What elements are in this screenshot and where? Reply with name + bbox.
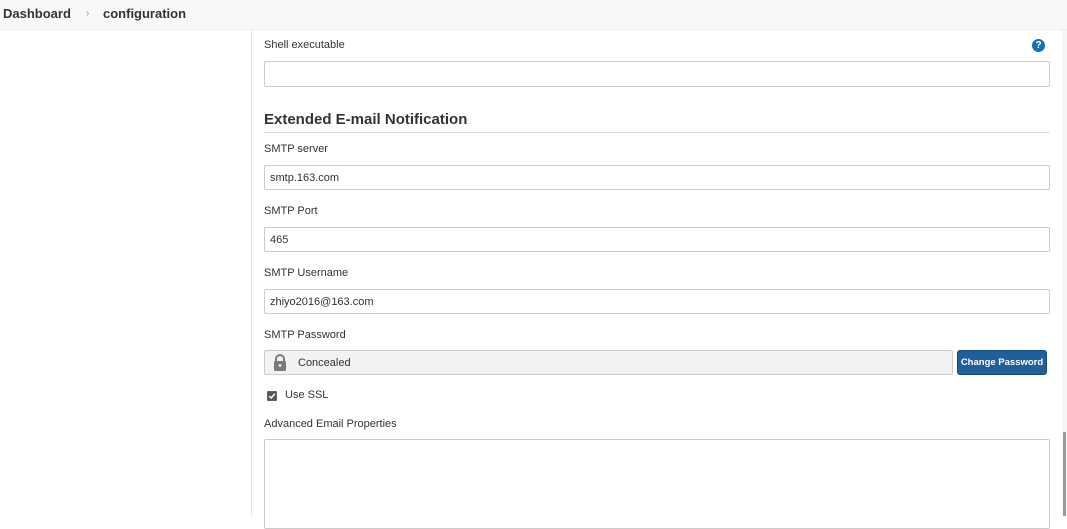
- breadcrumb-separator-icon: ›: [86, 8, 90, 19]
- scrollbar-thumb[interactable]: [1063, 432, 1066, 516]
- section-title: Extended E-mail Notification: [264, 111, 468, 128]
- advanced-email-properties-label: Advanced Email Properties: [264, 418, 397, 430]
- smtp-password-label: SMTP Password: [264, 329, 346, 341]
- smtp-username-label: SMTP Username: [264, 267, 349, 279]
- shell-executable-label: Shell executable: [264, 39, 345, 51]
- breadcrumb-dashboard[interactable]: Dashboard: [3, 6, 71, 21]
- shell-executable-input[interactable]: [264, 61, 1050, 87]
- smtp-port-label: SMTP Port: [264, 205, 318, 217]
- smtp-password-concealed: Concealed: [298, 357, 351, 369]
- smtp-password-field: Concealed: [264, 350, 953, 375]
- smtp-server-input[interactable]: [264, 165, 1050, 190]
- change-password-button[interactable]: Change Password: [957, 350, 1047, 375]
- sidebar-divider: [251, 30, 252, 516]
- question-circle-icon[interactable]: ?: [1032, 39, 1045, 52]
- smtp-server-label: SMTP server: [264, 143, 328, 155]
- lock-icon: [274, 354, 286, 371]
- smtp-username-input[interactable]: [264, 289, 1050, 314]
- section-divider: [264, 132, 1050, 133]
- use-ssl-checkbox[interactable]: [267, 391, 277, 401]
- breadcrumb-configuration[interactable]: configuration: [103, 6, 186, 21]
- breadcrumb: Dashboard › configuration: [0, 0, 1067, 30]
- use-ssl-label: Use SSL: [285, 389, 329, 401]
- checkmark-icon: [268, 393, 276, 400]
- smtp-port-input[interactable]: [264, 227, 1050, 252]
